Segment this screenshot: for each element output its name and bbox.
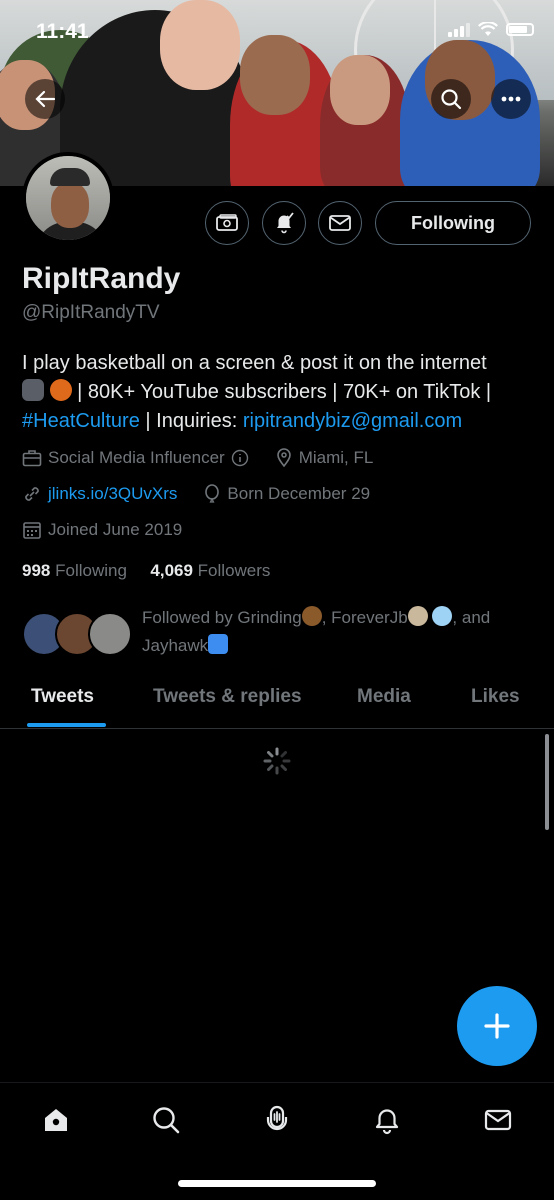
notifications-icon (375, 1109, 399, 1135)
messages-icon (484, 1109, 512, 1131)
location-label: Miami, FL (298, 448, 374, 467)
followers-stat[interactable]: 4,069 Followers (150, 561, 270, 580)
profile-handle: @RipItRandyTV (22, 302, 160, 323)
nav-messages[interactable] (481, 1103, 515, 1137)
following-count: 998 (22, 561, 51, 580)
back-button[interactable] (25, 79, 65, 119)
profile-tabs: Tweets Tweets & replies Media Likes (0, 672, 554, 729)
tab-media[interactable]: Media (357, 686, 411, 708)
briefcase-icon (22, 450, 42, 467)
followed-by-text: Followed by Grinding , ForeverJb , and Ja… (142, 604, 542, 660)
joined-label: Joined June 2019 (48, 520, 183, 539)
nav-spaces[interactable] (260, 1103, 294, 1137)
plus-icon (484, 1013, 510, 1039)
status-bar: 11:41 (0, 0, 554, 60)
link-icon (25, 487, 39, 501)
avatar[interactable] (22, 152, 114, 244)
bear-icon (301, 606, 322, 626)
followed-by-text: Followed by Grinding (142, 608, 302, 627)
profile-category: Social Media Influencer Miami, FL (22, 448, 373, 468)
followers-count: 4,069 (150, 561, 193, 580)
followers-label: Followers (197, 561, 271, 580)
more-icon (501, 96, 521, 102)
profile-joined: Joined June 2019 (22, 520, 182, 540)
avatar (88, 612, 132, 656)
profile-name: RipItRandy (22, 262, 181, 295)
nav-home[interactable] (39, 1103, 73, 1137)
balloon-icon (205, 484, 220, 503)
symbol-emoji-icon (208, 634, 229, 654)
status-icons (448, 22, 534, 37)
notify-button[interactable] (262, 201, 306, 245)
tab-tweets[interactable]: Tweets (31, 686, 94, 708)
subscribe-button[interactable] (205, 201, 249, 245)
loading-spinner-icon (263, 747, 291, 775)
banner-person (320, 55, 410, 186)
bio-text: | 80K+ YouTube subscribers | 70K+ on Tik… (71, 381, 492, 403)
tab-tweets-replies[interactable]: Tweets & replies (153, 686, 302, 708)
search-icon (153, 1107, 180, 1134)
info-icon[interactable] (231, 449, 249, 467)
bio-text: I play basketball on a screen & post it … (22, 352, 487, 374)
message-button[interactable] (318, 201, 362, 245)
compose-tweet-button[interactable] (457, 986, 537, 1066)
battery-icon (506, 23, 534, 36)
followed-by-text: , and (452, 608, 491, 627)
following-button[interactable]: Following (375, 201, 531, 245)
home-indicator (178, 1180, 376, 1187)
nav-search[interactable] (149, 1103, 183, 1137)
followed-by-text: , ForeverJb (321, 608, 408, 627)
tab-indicator (27, 723, 106, 727)
birthday-label: Born December 29 (227, 484, 371, 503)
basketball-icon (49, 379, 72, 401)
cellular-signal-icon (448, 22, 470, 37)
calendar-icon (23, 522, 41, 539)
follow-stats: 998 Following 4,069 Followers (22, 561, 270, 581)
bio-text: | Inquiries: (139, 410, 243, 432)
profile-bio: I play basketball on a screen & post it … (22, 349, 537, 436)
home-icon (45, 1109, 67, 1131)
spaces-icon (266, 1105, 288, 1131)
scrollbar[interactable] (545, 734, 549, 830)
bell-icon (277, 212, 294, 234)
mail-icon (329, 215, 351, 231)
ticket-icon (216, 214, 238, 231)
search-icon (441, 89, 462, 110)
search-button[interactable] (431, 79, 471, 119)
tab-likes[interactable]: Likes (471, 686, 520, 708)
game-controller-icon (22, 379, 44, 401)
more-button[interactable] (491, 79, 531, 119)
hashtag-link[interactable]: #HeatCulture (22, 410, 140, 432)
followed-by[interactable]: Followed by Grinding , ForeverJb , and Ja… (22, 604, 537, 664)
nav-notifications[interactable] (370, 1103, 404, 1137)
arrow-left-icon (35, 90, 56, 108)
following-stat[interactable]: 998 Following (22, 561, 127, 580)
location-icon (276, 448, 291, 468)
profile-links: jlinks.io/3QUvXrs Born December 29 (22, 484, 370, 504)
category-label: Social Media Influencer (48, 448, 225, 467)
website-link[interactable]: jlinks.io/3QUvXrs (48, 484, 177, 504)
status-time: 11:41 (36, 20, 89, 43)
email-link[interactable]: ripitrandybiz@gmail.com (243, 410, 462, 432)
goat-icon (407, 606, 428, 626)
wifi-icon (478, 22, 498, 36)
followed-by-text: Jayhawk (142, 636, 209, 655)
snowflake-icon (432, 606, 453, 626)
following-label: Following (55, 561, 127, 580)
